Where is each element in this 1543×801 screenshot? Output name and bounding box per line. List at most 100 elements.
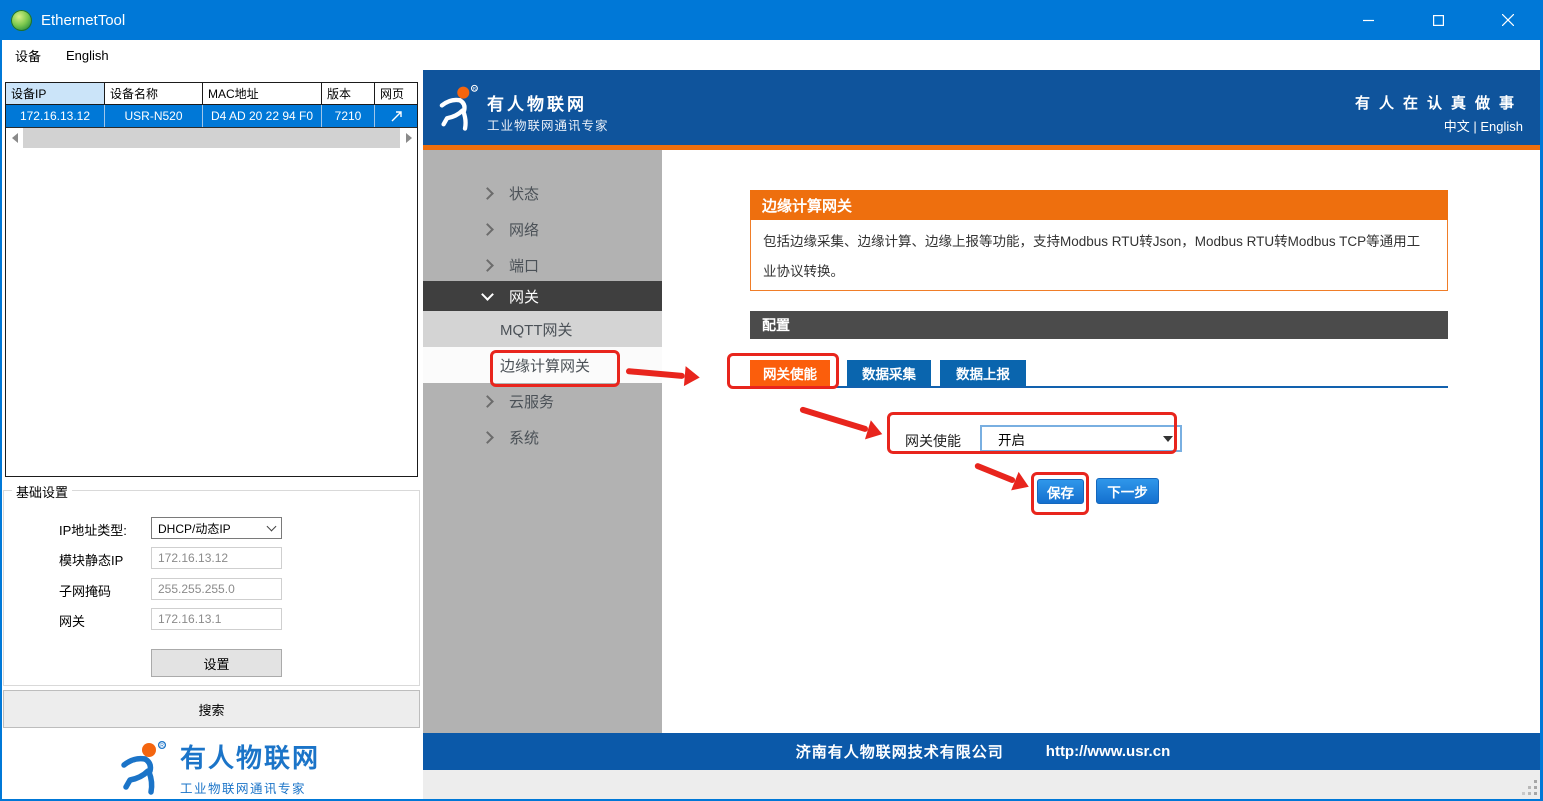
resize-grip-icon[interactable] xyxy=(1522,780,1538,796)
ip-type-select[interactable]: DHCP/动态IP xyxy=(151,517,282,539)
scroll-right-icon xyxy=(406,133,412,143)
webpage-link-icon xyxy=(390,110,403,123)
device-table: 设备IP 设备名称 MAC地址 版本 网页 172.16.13.12 USR-N… xyxy=(5,82,418,477)
webpage-header: R 有人物联网 工业物联网通讯专家 有人在认真做事 中文 | English xyxy=(423,70,1543,145)
next-button[interactable]: 下一步 xyxy=(1096,478,1159,504)
chevron-down-icon xyxy=(481,288,494,301)
static-ip-field[interactable]: 172.16.13.12 xyxy=(151,547,282,569)
sidebar-item-label: 网络 xyxy=(509,219,539,240)
sidebar-item-label: MQTT网关 xyxy=(500,319,573,340)
gateway-row: 网关 172.16.13.1 xyxy=(4,608,419,630)
scroll-left-icon xyxy=(12,133,18,143)
sidebar-item-label: 网关 xyxy=(509,286,539,307)
sidebar-item-label: 状态 xyxy=(509,183,539,204)
sidebar-item-port[interactable]: 端口 xyxy=(423,247,662,283)
scroll-left-button[interactable] xyxy=(6,128,23,148)
footer-company: 济南有人物联网技术有限公司 xyxy=(796,741,1004,762)
subnet-field[interactable]: 255.255.255.0 xyxy=(151,578,282,600)
window-border-left xyxy=(0,40,2,801)
config-section-header: 配置 xyxy=(750,311,1448,339)
sidebar-item-system[interactable]: 系统 xyxy=(423,419,662,455)
highlight-box-edge-gateway xyxy=(490,350,620,387)
svg-text:R: R xyxy=(160,743,164,749)
chevron-right-icon xyxy=(481,259,494,272)
close-button[interactable] xyxy=(1473,0,1543,40)
menu-device[interactable]: 设备 xyxy=(5,42,51,69)
web-brand-name: 有人物联网 xyxy=(487,90,587,115)
left-brand-name: 有人物联网 xyxy=(180,738,320,775)
sidebar-item-status[interactable]: 状态 xyxy=(423,175,662,211)
chevron-right-icon xyxy=(481,431,494,444)
static-ip-label: 模块静态IP xyxy=(59,550,123,569)
language-switch[interactable]: 中文 | English xyxy=(1444,116,1523,135)
gateway-label: 网关 xyxy=(59,611,85,630)
menu-english[interactable]: English xyxy=(56,44,119,67)
scrollbar-track[interactable] xyxy=(23,128,400,148)
select-caret xyxy=(262,519,280,537)
device-ip: 172.16.13.12 xyxy=(6,105,105,127)
sidebar-item-label: 云服务 xyxy=(509,391,554,412)
usr-runner-logo-icon: R xyxy=(118,740,170,796)
tab-data-collection[interactable]: 数据采集 xyxy=(847,360,931,386)
chevron-right-icon xyxy=(481,223,494,236)
subnet-label: 子网掩码 xyxy=(59,581,111,600)
svg-text:R: R xyxy=(473,86,476,91)
device-table-header: 设备IP 设备名称 MAC地址 版本 网页 xyxy=(6,83,417,105)
close-icon xyxy=(1502,14,1514,26)
subnet-row: 子网掩码 255.255.255.0 xyxy=(4,578,419,600)
web-footer: 济南有人物联网技术有限公司 http://www.usr.cn xyxy=(423,733,1543,770)
usr-runner-logo-icon: R xyxy=(436,84,482,132)
left-brand-block: R 有人物联网 工业物联网通讯专家 xyxy=(118,738,320,797)
device-mac: D4 AD 20 22 94 F0 xyxy=(203,105,322,127)
window-title: EthernetTool xyxy=(41,12,125,29)
web-brand-slogan: 工业物联网通讯专家 xyxy=(487,115,609,134)
device-row[interactable]: 172.16.13.12 USR-N520 D4 AD 20 22 94 F0 … xyxy=(6,105,417,127)
chevron-right-icon xyxy=(481,395,494,408)
device-version: 7210 xyxy=(322,105,375,127)
ip-type-label: IP地址类型: xyxy=(59,520,127,539)
set-button[interactable]: 设置 xyxy=(151,649,282,677)
footer-url[interactable]: http://www.usr.cn xyxy=(1046,743,1170,760)
minimize-button[interactable] xyxy=(1333,0,1403,40)
maximize-icon xyxy=(1433,15,1444,26)
ip-type-row: IP地址类型: DHCP/动态IP xyxy=(4,517,419,539)
static-ip-row: 模块静态IP 172.16.13.12 xyxy=(4,547,419,569)
basic-settings-group: 基础设置 IP地址类型: DHCP/动态IP 模块静态IP 172.16.13.… xyxy=(3,490,420,686)
sidebar-item-network[interactable]: 网络 xyxy=(423,211,662,247)
col-device-ip: 设备IP xyxy=(6,83,105,105)
col-webpage: 网页 xyxy=(375,83,417,105)
tab-underline xyxy=(750,386,1448,388)
menu-bar: 设备 English xyxy=(0,40,1543,70)
sidebar-item-label: 系统 xyxy=(509,427,539,448)
device-table-hscrollbar[interactable] xyxy=(6,127,417,148)
search-button[interactable]: 搜索 xyxy=(3,690,420,728)
col-device-name: 设备名称 xyxy=(105,83,203,105)
scroll-right-button[interactable] xyxy=(400,128,417,148)
web-motto: 有人在认真做事 xyxy=(1355,92,1523,113)
sidebar-item-cloud-service[interactable]: 云服务 xyxy=(423,383,662,419)
page-description: 包括边缘采集、边缘计算、边缘上报等功能，支持Modbus RTU转Json，Mo… xyxy=(750,220,1448,291)
tab-data-report[interactable]: 数据上报 xyxy=(940,360,1026,386)
col-version: 版本 xyxy=(322,83,375,105)
highlight-box-gateway-enable-select xyxy=(887,412,1177,454)
left-panel: 设备IP 设备名称 MAC地址 版本 网页 172.16.13.12 USR-N… xyxy=(0,70,423,801)
chevron-down-icon xyxy=(266,522,276,532)
highlight-box-gateway-enable-tab xyxy=(727,353,839,389)
left-brand-slogan: 工业物联网通讯专家 xyxy=(180,778,320,797)
gateway-field[interactable]: 172.16.13.1 xyxy=(151,608,282,630)
sidebar-item-gateway[interactable]: 网关 xyxy=(423,281,662,311)
web-sidebar: 状态 网络 端口 网关 MQTT网关 边缘计算网关 云服务 系统 xyxy=(423,150,662,733)
app-window: EthernetTool 设备 English 设备IP 设备名称 MAC地址 … xyxy=(0,0,1543,801)
titlebar: EthernetTool xyxy=(0,0,1543,40)
ip-type-value: DHCP/动态IP xyxy=(158,520,231,537)
chevron-right-icon xyxy=(481,187,494,200)
webpage-link[interactable] xyxy=(375,105,417,127)
minimize-icon xyxy=(1363,15,1374,26)
ethernettool-app-icon xyxy=(11,10,32,31)
basic-settings-legend: 基础设置 xyxy=(12,482,72,501)
page-title: 边缘计算网关 xyxy=(750,190,1448,220)
maximize-button[interactable] xyxy=(1403,0,1473,40)
col-mac: MAC地址 xyxy=(203,83,322,105)
device-name: USR-N520 xyxy=(105,105,203,127)
sidebar-item-mqtt-gateway[interactable]: MQTT网关 xyxy=(423,311,662,347)
